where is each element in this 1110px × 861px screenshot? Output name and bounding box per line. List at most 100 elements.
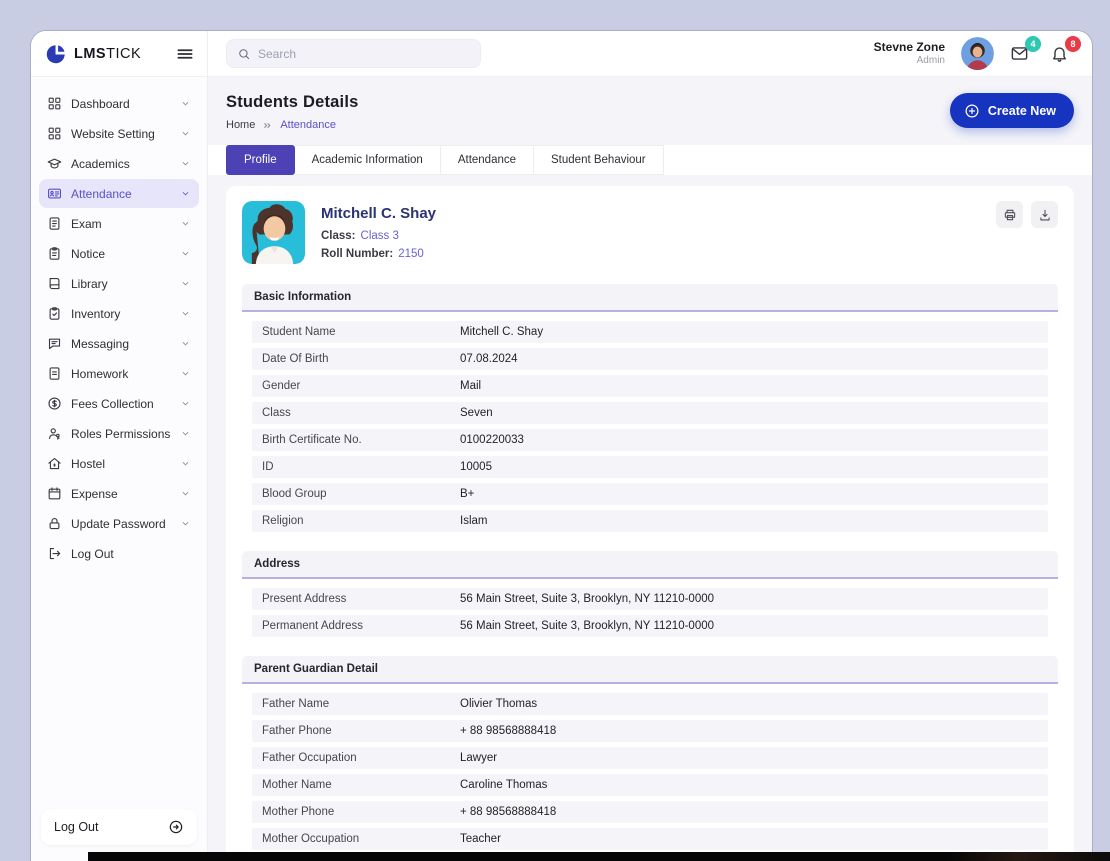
page-header: Students Details Home Attendance Create …	[226, 93, 1074, 131]
sidebar-item-log-out[interactable]: Log Out	[39, 539, 199, 568]
sidebar-item-inventory[interactable]: Inventory	[39, 299, 199, 328]
search-icon	[237, 47, 251, 61]
sidebar-item-academics[interactable]: Academics	[39, 149, 199, 178]
tab-academic-information[interactable]: Academic Information	[295, 145, 441, 175]
pie-logo-icon	[45, 43, 67, 65]
sidebar-item-messaging[interactable]: Messaging	[39, 329, 199, 358]
sidebar-item-fees-collection[interactable]: Fees Collection	[39, 389, 199, 418]
sidebar-item-label: Messaging	[71, 337, 171, 351]
messages-badge: 4	[1025, 36, 1041, 52]
sidebar-item-expense[interactable]: Expense	[39, 479, 199, 508]
chevron-down-icon	[180, 338, 191, 349]
info-row: ReligionIslam	[252, 510, 1048, 532]
plus-circle-icon	[964, 103, 980, 119]
chevron-down-icon	[180, 278, 191, 289]
sidebar-item-label: Log Out	[71, 547, 191, 561]
hamburger-menu-button[interactable]	[175, 44, 195, 64]
arrow-circle-right-icon	[168, 819, 184, 835]
arrow-circle-right-icon	[168, 819, 184, 835]
search-icon	[237, 47, 251, 61]
chevron-down-icon	[180, 158, 191, 169]
notifications-badge: 8	[1065, 36, 1081, 52]
sidebar-item-homework[interactable]: Homework	[39, 359, 199, 388]
sidebar-item-label: Dashboard	[71, 97, 171, 111]
create-new-button[interactable]: Create New	[950, 93, 1074, 128]
info-row: Student NameMitchell C. Shay	[252, 321, 1048, 343]
info-row: Mother OccupationTeacher	[252, 828, 1048, 850]
user-name: Stevne Zone	[874, 40, 945, 55]
tabs: ProfileAcademic InformationAttendanceStu…	[208, 145, 1092, 175]
user-avatar[interactable]	[961, 37, 994, 70]
student-identity: Mitchell C. Shay Class:Class 3 Roll Numb…	[321, 201, 436, 266]
info-value: Mail	[460, 380, 481, 392]
info-row: Blood GroupB+	[252, 483, 1048, 505]
info-value: 10005	[460, 461, 492, 473]
info-label: Blood Group	[262, 488, 460, 500]
info-label: Religion	[262, 515, 460, 527]
sidebar-item-label: Library	[71, 277, 171, 291]
info-label: Class	[262, 407, 460, 419]
sidebar-item-label: Attendance	[71, 187, 171, 201]
sidebar-item-notice[interactable]: Notice	[39, 239, 199, 268]
chevron-down-icon	[180, 518, 191, 529]
sidebar-item-library[interactable]: Library	[39, 269, 199, 298]
sidebar-item-hostel[interactable]: Hostel	[39, 449, 199, 478]
topbar-right: Stevne Zone Admin 4 8	[874, 37, 1074, 70]
student-header: Mitchell C. Shay Class:Class 3 Roll Numb…	[242, 201, 1058, 266]
logout-icon	[47, 546, 62, 561]
search-box[interactable]	[226, 39, 481, 68]
info-label: ID	[262, 461, 460, 473]
chevron-down-icon	[180, 98, 191, 109]
section-parent-guardian-detail: Parent Guardian DetailFather NameOlivier…	[242, 656, 1058, 850]
section-rows: Father NameOlivier Thomas Father Phone+ 8…	[242, 684, 1058, 850]
search-input[interactable]	[258, 47, 470, 61]
sidebar-item-label: Update Password	[71, 517, 171, 531]
page-title: Students Details	[226, 93, 358, 112]
notifications-button[interactable]: 8	[1050, 42, 1074, 66]
sidebar-item-label: Expense	[71, 487, 171, 501]
sidebar-item-label: Roles Permissions	[71, 427, 171, 441]
info-value: Olivier Thomas	[460, 698, 537, 710]
clipboard-check-icon	[47, 306, 62, 321]
sidebar-item-roles-permissions[interactable]: Roles Permissions	[39, 419, 199, 448]
sidebar-item-website-setting[interactable]: Website Setting	[39, 119, 199, 148]
tab-attendance[interactable]: Attendance	[441, 145, 534, 175]
info-row: Father Phone+ 88 98568888418	[252, 720, 1048, 742]
sidebar-item-update-password[interactable]: Update Password	[39, 509, 199, 538]
topbar: Stevne Zone Admin 4 8	[208, 31, 1092, 77]
tab-student-behaviour[interactable]: Student Behaviour	[534, 145, 664, 175]
file-lines-icon	[47, 216, 62, 231]
messages-button[interactable]: 4	[1010, 42, 1034, 66]
download-button[interactable]	[1031, 201, 1058, 228]
info-label: Father Name	[262, 698, 460, 710]
chat-icon	[47, 336, 62, 351]
sidebar-item-dashboard[interactable]: Dashboard	[39, 89, 199, 118]
printer-icon	[1003, 208, 1017, 222]
sidebar-item-exam[interactable]: Exam	[39, 209, 199, 238]
section-rows: Present Address56 Main Street, Suite 3, …	[242, 579, 1058, 637]
info-label: Permanent Address	[262, 620, 460, 632]
chevron-down-icon	[180, 128, 191, 139]
info-value: 0100220033	[460, 434, 524, 446]
info-label: Present Address	[262, 593, 460, 605]
printer-icon	[1003, 208, 1017, 222]
tab-profile[interactable]: Profile	[226, 145, 295, 175]
breadcrumb-home-link[interactable]: Home	[226, 119, 255, 131]
sidebar-item-attendance[interactable]: Attendance	[39, 179, 199, 208]
breadcrumb-current-link[interactable]: Attendance	[280, 119, 336, 131]
info-label: Mother Phone	[262, 806, 460, 818]
sidebar-item-label: Inventory	[71, 307, 171, 321]
breadcrumb: Home Attendance	[226, 119, 358, 131]
info-label: Gender	[262, 380, 460, 392]
home-icon	[47, 456, 62, 471]
print-button[interactable]	[996, 201, 1023, 228]
sidebar-item-label: Exam	[71, 217, 171, 231]
download-icon	[1038, 208, 1052, 222]
section-title: Parent Guardian Detail	[242, 656, 1058, 684]
student-class-value[interactable]: Class 3	[361, 230, 399, 242]
calendar-icon	[47, 486, 62, 501]
info-value: B+	[460, 488, 474, 500]
student-roll: Roll Number:2150	[321, 248, 436, 260]
sidebar-logout-button[interactable]: Log Out	[41, 809, 197, 845]
info-label: Mother Occupation	[262, 833, 460, 845]
